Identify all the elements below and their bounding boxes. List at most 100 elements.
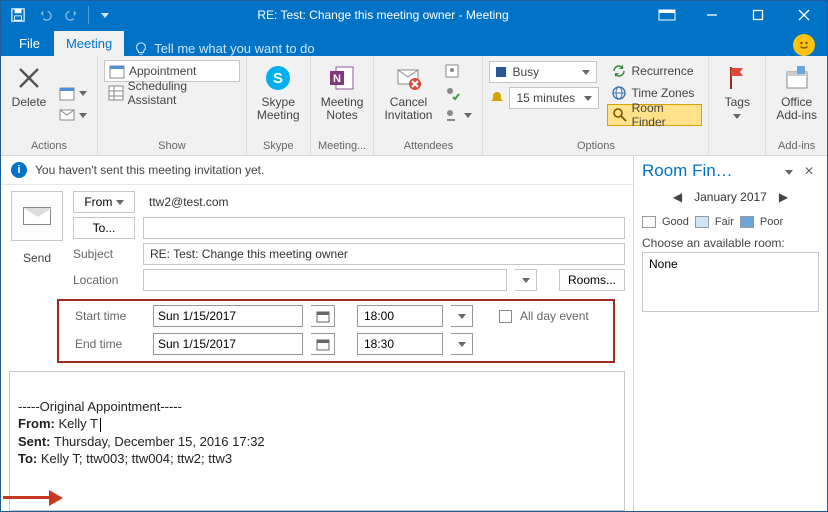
show-as-dropdown[interactable]: Busy [489, 61, 597, 83]
send-button[interactable] [11, 191, 63, 241]
from-button[interactable]: From [73, 191, 135, 213]
file-tab[interactable]: File [5, 31, 54, 56]
calendar-icon[interactable] [55, 82, 91, 104]
calendar-icon [109, 63, 125, 79]
recurrence-icon [611, 63, 627, 79]
start-time-label: Start time [75, 309, 145, 323]
start-date-picker[interactable] [311, 305, 335, 327]
cancel-invitation-button[interactable]: Cancel Invitation [380, 60, 436, 124]
quick-access-toolbar [1, 3, 122, 27]
response-options-icon[interactable] [440, 104, 476, 126]
calendar-icon [316, 309, 330, 323]
text-caret [100, 418, 101, 432]
ribbon: Delete Actions Appointment Scheduling As… [1, 56, 827, 156]
window-title: RE: Test: Change this meeting owner - Me… [122, 8, 644, 22]
globe-icon [611, 85, 627, 101]
end-date-picker[interactable] [311, 333, 335, 355]
qat-customize-icon[interactable] [92, 3, 118, 27]
check-names-icon[interactable] [440, 82, 476, 104]
start-time-dropdown[interactable] [451, 305, 473, 327]
addins-icon [781, 62, 813, 94]
tell-me-search[interactable]: Tell me what you want to do [124, 41, 793, 56]
lightbulb-icon [134, 42, 148, 56]
ribbon-group-actions: Delete Actions [1, 56, 98, 155]
flag-icon [721, 62, 753, 94]
start-date-input[interactable]: Sun 1/15/2017 [153, 305, 303, 327]
maximize-button[interactable] [735, 1, 781, 29]
ribbon-group-show: Appointment Scheduling Assistant Show [98, 56, 247, 155]
tags-button[interactable]: Tags [715, 60, 759, 124]
feedback-smiley-icon[interactable] [793, 34, 815, 56]
search-icon [612, 107, 627, 123]
end-time-dropdown[interactable] [451, 333, 473, 355]
close-button[interactable] [781, 1, 827, 29]
meeting-notes-button[interactable]: N Meeting Notes [317, 60, 368, 124]
svg-text:S: S [273, 70, 283, 87]
delete-icon [13, 62, 45, 94]
pane-options-icon[interactable] [779, 164, 799, 178]
ribbon-group-notes: N Meeting Notes Meeting... [311, 56, 375, 155]
ribbon-group-attendees: Cancel Invitation Attendees [374, 56, 483, 155]
delete-button[interactable]: Delete [7, 60, 51, 111]
meeting-form: i You haven't sent this meeting invitati… [1, 156, 633, 511]
prev-month-icon[interactable]: ◀ [673, 190, 682, 204]
ribbon-group-skype: S Skype Meeting Skype M... [247, 56, 311, 155]
address-book-icon[interactable] [440, 60, 476, 82]
forward-icon[interactable] [55, 104, 91, 126]
recurrence-button[interactable]: Recurrence [607, 60, 702, 82]
ribbon-tab-bar: File Meeting Tell me what you want to do [1, 29, 827, 56]
info-icon: i [11, 162, 27, 178]
office-addins-button[interactable]: Office Add-ins [772, 60, 821, 124]
ribbon-group-options: Busy 15 minutes Recurrence Time Zones Ro… [483, 56, 709, 155]
end-time-label: End time [75, 337, 145, 351]
envelope-icon [23, 207, 51, 225]
scheduling-assistant-button[interactable]: Scheduling Assistant [104, 82, 240, 104]
end-date-input[interactable]: Sun 1/15/2017 [153, 333, 303, 355]
all-day-label: All day event [520, 309, 589, 323]
room-finder-button[interactable]: Room Finder [607, 104, 702, 126]
location-label: Location [73, 273, 135, 287]
room-finder-title: Room Fin… [642, 161, 779, 181]
ribbon-group-addins: Office Add-ins Add-ins [766, 56, 827, 155]
outlook-meeting-window: RE: Test: Change this meeting owner - Me… [0, 0, 828, 512]
to-input[interactable] [143, 217, 625, 239]
calendar-icon [316, 337, 330, 351]
end-time-input[interactable]: 18:30 [357, 333, 443, 355]
save-icon[interactable] [5, 3, 31, 27]
grid-icon [108, 85, 124, 101]
swatch-fair [695, 216, 709, 228]
start-time-input[interactable]: 18:00 [357, 305, 443, 327]
svg-text:N: N [333, 73, 341, 85]
location-input[interactable] [143, 269, 507, 291]
swatch-poor [740, 216, 754, 228]
minimize-button[interactable] [689, 1, 735, 29]
main-area: i You haven't sent this meeting invitati… [1, 156, 827, 511]
pane-close-icon[interactable]: ✕ [799, 164, 819, 178]
calendar-month: January 2017 [694, 190, 767, 204]
next-month-icon[interactable]: ▶ [779, 190, 788, 204]
message-body[interactable]: -----Original Appointment----- From: Kel… [9, 371, 625, 511]
room-finder-pane: Room Fin… ✕ ◀ January 2017 ▶ Good Fair P… [633, 156, 827, 511]
tab-meeting[interactable]: Meeting [54, 31, 124, 56]
ribbon-group-tags: Tags [709, 56, 766, 155]
titlebar: RE: Test: Change this meeting owner - Me… [1, 1, 827, 29]
subject-input[interactable]: RE: Test: Change this meeting owner [143, 243, 625, 265]
available-rooms-list[interactable]: None [642, 252, 819, 312]
onenote-icon: N [326, 62, 358, 94]
reminder-icon [489, 90, 505, 106]
from-value: ttw2@test.com [143, 191, 625, 213]
undo-icon[interactable] [32, 3, 58, 27]
to-button[interactable]: To... [73, 217, 135, 239]
choose-room-label: Choose an available room: [634, 230, 827, 252]
legend: Good Fair Poor [634, 208, 827, 230]
calendar-nav: ◀ January 2017 ▶ [634, 186, 827, 208]
datetime-block: Start time Sun 1/15/2017 18:00 All day e… [69, 299, 625, 361]
skype-meeting-button[interactable]: S Skype Meeting [253, 60, 304, 124]
reminder-dropdown[interactable]: 15 minutes [509, 87, 599, 109]
all-day-checkbox[interactable] [499, 310, 512, 323]
ribbon-display-options-icon[interactable] [644, 1, 689, 29]
info-bar: i You haven't sent this meeting invitati… [1, 156, 633, 185]
redo-icon[interactable] [59, 3, 85, 27]
rooms-button[interactable]: Rooms... [559, 269, 625, 291]
location-dropdown[interactable] [515, 269, 537, 291]
